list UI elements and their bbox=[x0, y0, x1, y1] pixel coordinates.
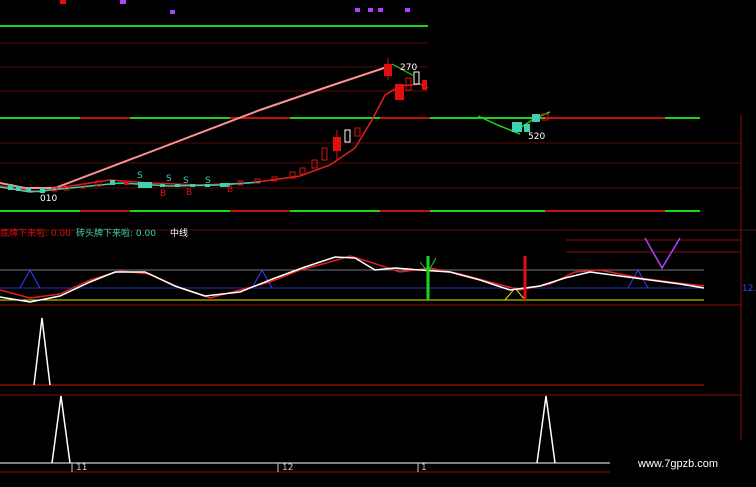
x-tick-label: 11 bbox=[76, 463, 88, 473]
buy-signal-mark: B bbox=[227, 185, 234, 195]
candles-right bbox=[477, 111, 551, 135]
sell-signal-mark: S bbox=[205, 176, 211, 186]
sell-signal-mark: S bbox=[137, 171, 143, 181]
pulse-panel-2 bbox=[0, 394, 741, 473]
short-ma-line bbox=[0, 83, 429, 193]
indicator-panel bbox=[0, 237, 741, 306]
low-price-label: 010 bbox=[40, 194, 58, 204]
pulse-panel-1 bbox=[0, 317, 704, 386]
sell-signal-mark: S bbox=[166, 174, 172, 184]
indicator-item-3: 中线 bbox=[170, 229, 189, 239]
x-tick-label: 12 bbox=[282, 463, 294, 473]
buy-signal-mark: B bbox=[160, 189, 167, 199]
watermark: www.7gpzb.com bbox=[638, 458, 719, 470]
chart-canvas bbox=[0, 0, 756, 473]
buy-signal-mark: B bbox=[186, 188, 193, 198]
sell-signal-mark: S bbox=[183, 176, 189, 186]
peak-price-label: 270 bbox=[400, 63, 418, 73]
right-low-price-label: 520 bbox=[528, 132, 546, 142]
long-ma-line bbox=[0, 65, 391, 189]
right-axis-value: 12. bbox=[742, 284, 756, 294]
indicator-item-2: 砖头牌下来啦: 0.00 bbox=[76, 229, 156, 239]
right-axis bbox=[700, 115, 742, 440]
x-tick-label: 1 bbox=[421, 463, 427, 473]
indicator-item-1: 底牌下来啦: 0.00 bbox=[0, 229, 71, 239]
top-status-strip bbox=[0, 0, 430, 14]
